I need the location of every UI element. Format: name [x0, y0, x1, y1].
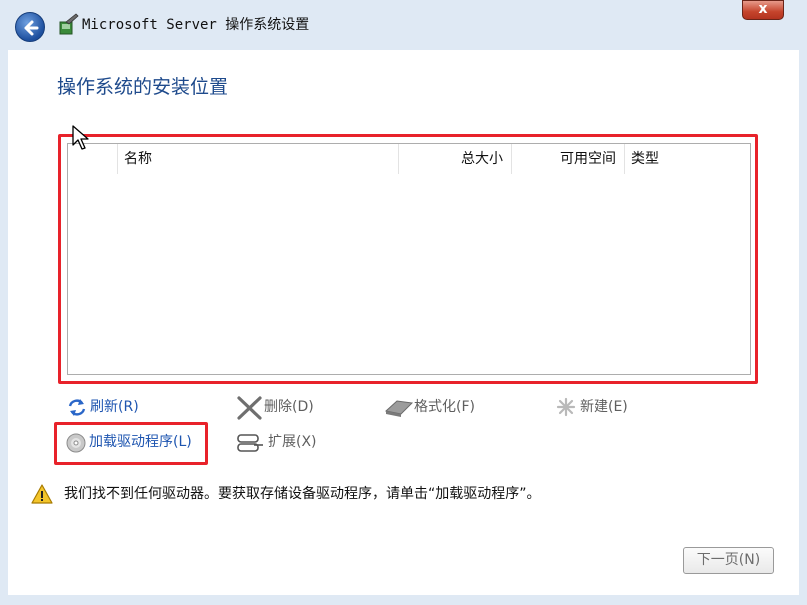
highlight-box-load-driver	[54, 422, 208, 465]
format-label: 格式化(F)	[414, 399, 475, 415]
title-bar: Microsoft Server 操作系统设置 x	[0, 0, 807, 50]
warning-message: 我们找不到任何驱动器。要获取存储设备驱动程序，请单击“加载驱动程序”。	[64, 486, 541, 502]
back-button[interactable]	[15, 12, 45, 42]
refresh-label: 刷新(R)	[90, 399, 139, 415]
page-title: 操作系统的安装位置	[57, 76, 229, 98]
mouse-cursor-icon	[72, 125, 89, 150]
highlight-box-disk-list	[58, 134, 758, 384]
delete-label: 删除(D)	[264, 399, 314, 415]
eraser-icon	[384, 400, 414, 417]
new-label: 新建(E)	[580, 399, 628, 415]
setup-app-icon	[59, 13, 79, 35]
arrow-left-icon	[24, 20, 39, 36]
sparkle-icon	[556, 397, 576, 417]
close-button[interactable]: x	[742, 0, 784, 20]
window-title: Microsoft Server 操作系统设置	[82, 17, 310, 33]
warning-icon	[31, 484, 53, 504]
delete-icon	[237, 396, 262, 420]
close-icon: x	[758, 1, 768, 17]
next-page-button[interactable]: 下一页(N)	[683, 547, 774, 574]
refresh-icon	[68, 399, 86, 416]
extend-disk-icon	[237, 434, 263, 452]
extend-label: 扩展(X)	[268, 434, 317, 450]
